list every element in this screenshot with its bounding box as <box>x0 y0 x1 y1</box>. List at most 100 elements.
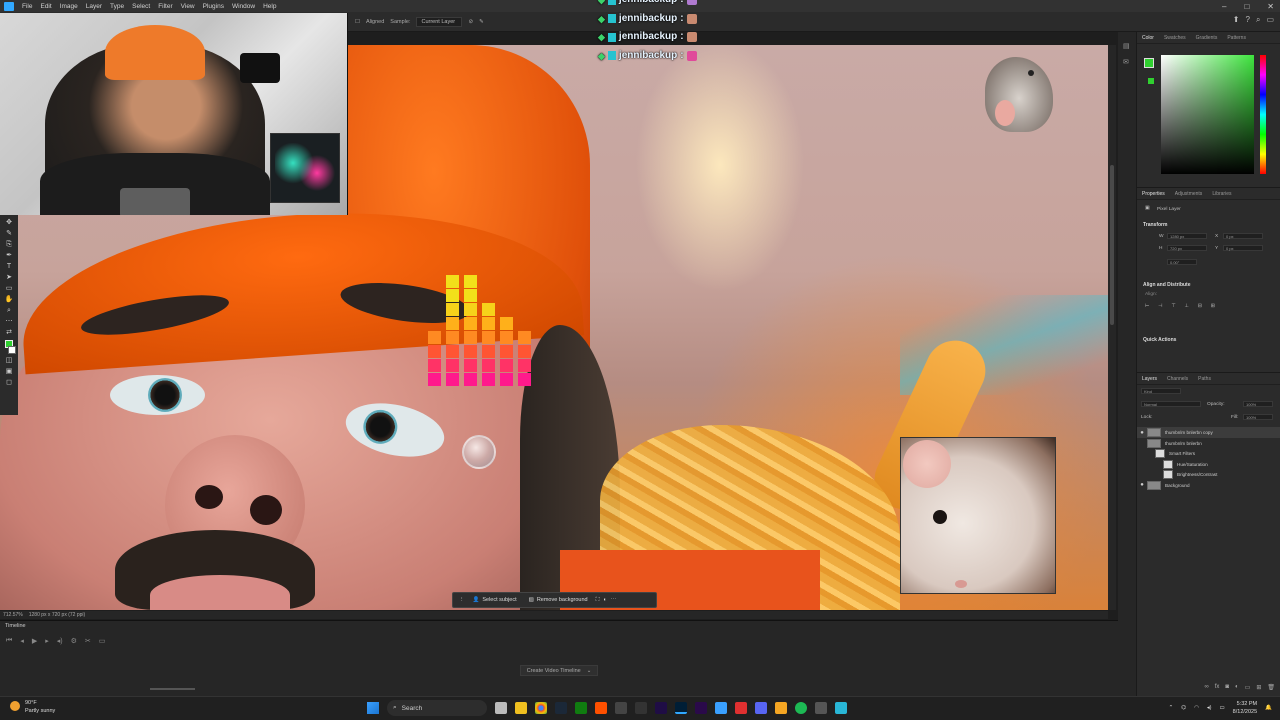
workspace-icon[interactable]: ▭ <box>1266 15 1274 25</box>
spotify-icon[interactable] <box>795 702 807 714</box>
layer-row[interactable]: ● thumbnlm bnlerbn copy <box>1137 427 1280 438</box>
settings-icon[interactable]: ⚙ <box>71 637 77 645</box>
quick-mask-icon[interactable]: ◫ <box>5 357 14 365</box>
menu-edit[interactable]: Edit <box>36 3 55 10</box>
tab-adjustments[interactable]: Adjustments <box>1175 191 1203 197</box>
create-video-timeline-button[interactable]: Create Video Timeline ⌄ <box>520 665 598 676</box>
brush-tool-icon[interactable]: ✎ <box>5 230 14 238</box>
color-picker-field[interactable] <box>1161 55 1254 174</box>
align-buttons[interactable]: ⊢⊣⊤⊥⊟⊞ <box>1145 304 1224 309</box>
elgato-icon[interactable] <box>775 702 787 714</box>
link-icon[interactable]: ∞ <box>1204 684 1208 691</box>
battery-icon[interactable]: ▭ <box>1219 705 1224 711</box>
origin-icon[interactable] <box>595 702 607 714</box>
move-tool-icon[interactable]: ✥ <box>5 219 14 227</box>
menu-view[interactable]: View <box>177 3 199 10</box>
premiere-icon[interactable] <box>695 702 707 714</box>
blend-mode-select[interactable]: Normal <box>1141 401 1201 407</box>
prev-frame-icon[interactable]: ◂ <box>20 637 24 645</box>
fx-icon[interactable]: fx <box>1215 684 1220 691</box>
menu-file[interactable]: File <box>18 3 36 10</box>
angle-field[interactable]: 0.00° <box>1167 259 1197 265</box>
chevron-up-icon[interactable]: ⌃ <box>1169 705 1174 711</box>
first-frame-icon[interactable]: ⏮ <box>6 637 12 645</box>
tab-paths[interactable]: Paths <box>1198 376 1211 382</box>
zoom-tool-icon[interactable]: ⌕ <box>5 307 14 315</box>
background-chip[interactable] <box>1148 78 1154 84</box>
menu-plugins[interactable]: Plugins <box>199 3 228 10</box>
screen-mode-icon[interactable]: ▣ <box>5 368 14 376</box>
obs-icon[interactable] <box>615 702 627 714</box>
capcut-icon[interactable] <box>815 702 827 714</box>
hue-slider[interactable] <box>1260 55 1266 174</box>
tab-color[interactable]: Color <box>1142 35 1154 41</box>
transform-title[interactable]: Transform <box>1143 222 1167 228</box>
transition-icon[interactable]: ▭ <box>99 637 106 645</box>
app-red-icon[interactable] <box>735 702 747 714</box>
pin-icon[interactable]: ◐ <box>603 597 606 603</box>
discord-icon[interactable] <box>755 702 767 714</box>
visibility-eye-icon[interactable]: ● <box>1137 430 1147 436</box>
more-tools-icon[interactable]: ⋯ <box>5 318 14 326</box>
menu-type[interactable]: Type <box>106 3 128 10</box>
close-icon[interactable]: ✕ <box>1267 2 1274 11</box>
hand-tool-icon[interactable]: ✋ <box>5 296 14 304</box>
share-icon[interactable]: ⬆ <box>1233 15 1240 25</box>
drag-handle-icon[interactable]: ⋮ <box>459 597 465 603</box>
transform-icon[interactable]: ⛶ <box>596 597 600 604</box>
layer-row[interactable]: Brightness/Contrast <box>1137 469 1280 480</box>
volume-icon[interactable]: ◂) <box>1207 705 1212 711</box>
width-field[interactable]: 1280 px <box>1167 233 1207 239</box>
start-icon[interactable] <box>367 702 379 714</box>
tab-swatches[interactable]: Swatches <box>1164 35 1186 41</box>
history-icon[interactable]: ▤ <box>1123 42 1131 50</box>
remove-background-button[interactable]: ▨ Remove background <box>525 595 592 605</box>
zoom-level[interactable]: 712.57% <box>3 611 23 619</box>
tab-channels[interactable]: Channels <box>1167 376 1188 382</box>
help-icon[interactable]: ? <box>1246 15 1250 25</box>
play-icon[interactable]: ▶ <box>32 637 37 645</box>
chrome-icon[interactable] <box>535 702 547 714</box>
pressure-icon[interactable]: ✎ <box>479 19 484 25</box>
maximize-icon[interactable]: □ <box>1244 2 1249 11</box>
y-field[interactable]: 0 px <box>1223 245 1263 251</box>
comments-icon[interactable]: ✉ <box>1123 58 1131 66</box>
taskbar-search[interactable]: ⌕ Search <box>387 700 487 716</box>
clone-tool-icon[interactable]: ⎘ <box>5 241 14 249</box>
steam-icon[interactable] <box>555 702 567 714</box>
timeline-zoom-slider[interactable] <box>150 688 195 690</box>
notifications-icon[interactable]: 🔔 <box>1265 705 1272 711</box>
canvas-vertical-scrollbar[interactable] <box>1108 45 1116 610</box>
tab-layers[interactable]: Layers <box>1142 376 1157 382</box>
search-icon[interactable]: ⌕ <box>1256 15 1260 25</box>
after-effects-icon[interactable] <box>655 702 667 714</box>
split-icon[interactable]: ✂ <box>85 637 91 645</box>
file-explorer-icon[interactable] <box>515 702 527 714</box>
wifi-icon[interactable]: ◠ <box>1194 705 1199 711</box>
task-view-icon[interactable] <box>495 702 507 714</box>
photoshop-icon[interactable] <box>675 702 687 714</box>
background-color-swatch[interactable] <box>8 346 16 354</box>
sample-select[interactable]: Current Layer <box>416 16 463 27</box>
scroll-thumb[interactable] <box>1110 165 1114 325</box>
folder-icon[interactable]: ▭ <box>1245 684 1251 691</box>
swap-colors-icon[interactable]: ⇄ <box>5 329 14 337</box>
quick-actions-title[interactable]: Quick Actions <box>1143 337 1176 343</box>
calculator-icon[interactable] <box>635 702 647 714</box>
visibility-eye-icon[interactable]: ● <box>1137 482 1147 488</box>
next-frame-icon[interactable]: ▸ <box>45 637 49 645</box>
fill-field[interactable]: 100% <box>1243 414 1273 420</box>
browser-icon[interactable] <box>715 702 727 714</box>
adjustment-icon[interactable]: ◐ <box>1235 684 1239 691</box>
menu-select[interactable]: Select <box>128 3 154 10</box>
chevron-down-icon[interactable]: ⌄ <box>587 668 592 674</box>
clock[interactable]: 5:32 PM 8/12/2025 <box>1233 700 1257 716</box>
select-subject-button[interactable]: 👤 Select subject <box>469 595 521 605</box>
weather-widget[interactable]: 90°F Partly sunny <box>10 699 55 715</box>
app-blue-icon[interactable] <box>835 702 847 714</box>
trash-icon[interactable]: 🗑 <box>1267 684 1275 691</box>
mask-icon[interactable]: ◙ <box>1225 684 1229 691</box>
tab-patterns[interactable]: Patterns <box>1227 35 1246 41</box>
foreground-chip[interactable] <box>1144 58 1154 68</box>
audio-icon[interactable]: ◂) <box>57 637 63 645</box>
